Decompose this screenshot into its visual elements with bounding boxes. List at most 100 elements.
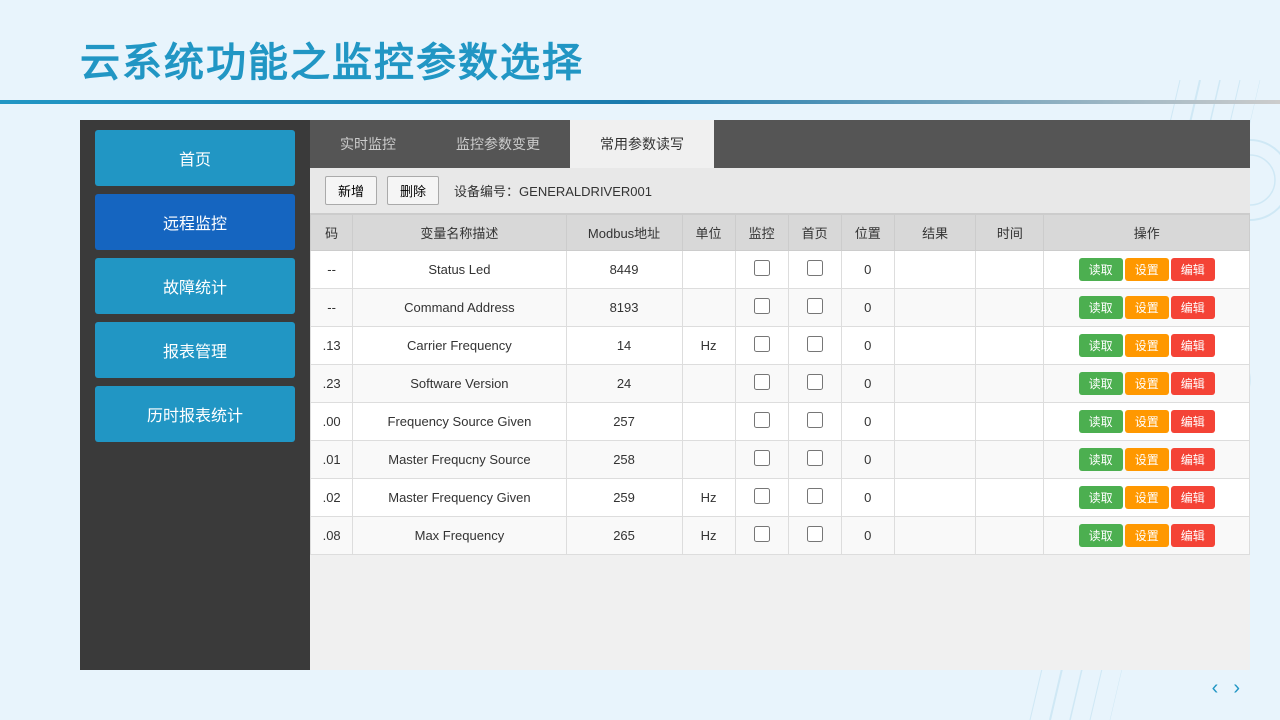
set-button-1[interactable]: 设置 <box>1125 296 1169 319</box>
table-header-4: 监控 <box>735 215 788 251</box>
cell-code-2: .13 <box>311 327 353 365</box>
cell-modbus-1: 8193 <box>566 289 682 327</box>
tab-1[interactable]: 监控参数变更 <box>426 120 570 168</box>
table-header-9: 操作 <box>1044 215 1250 251</box>
checkbox-homepage-4[interactable] <box>807 412 823 428</box>
data-table: 码变量名称描述Modbus地址单位监控首页位置结果时间操作 --Status L… <box>310 214 1250 555</box>
cell-result-3 <box>894 365 976 403</box>
set-button-5[interactable]: 设置 <box>1125 448 1169 471</box>
table-header-row: 码变量名称描述Modbus地址单位监控首页位置结果时间操作 <box>311 215 1250 251</box>
cell-modbus-7: 265 <box>566 517 682 555</box>
cell-actions-7: 读取设置编辑 <box>1044 517 1250 555</box>
table-row: .08Max Frequency265Hz0读取设置编辑 <box>311 517 1250 555</box>
checkbox-monitor-2[interactable] <box>754 336 770 352</box>
cell-result-5 <box>894 441 976 479</box>
read-button-0[interactable]: 读取 <box>1079 258 1123 281</box>
checkbox-monitor-0[interactable] <box>754 260 770 276</box>
edit-button-7[interactable]: 编辑 <box>1171 524 1215 547</box>
sidebar-btn-3[interactable]: 报表管理 <box>95 322 295 378</box>
set-button-3[interactable]: 设置 <box>1125 372 1169 395</box>
delete-button[interactable]: 删除 <box>387 176 439 205</box>
checkbox-homepage-1[interactable] <box>807 298 823 314</box>
table-header-8: 时间 <box>976 215 1044 251</box>
cell-actions-5: 读取设置编辑 <box>1044 441 1250 479</box>
read-button-1[interactable]: 读取 <box>1079 296 1123 319</box>
edit-button-3[interactable]: 编辑 <box>1171 372 1215 395</box>
cell-modbus-4: 257 <box>566 403 682 441</box>
cell-code-3: .23 <box>311 365 353 403</box>
checkbox-homepage-5[interactable] <box>807 450 823 466</box>
sidebar-btn-4[interactable]: 历时报表统计 <box>95 386 295 442</box>
tab-0[interactable]: 实时监控 <box>310 120 426 168</box>
set-button-4[interactable]: 设置 <box>1125 410 1169 433</box>
cell-actions-2: 读取设置编辑 <box>1044 327 1250 365</box>
cell-position-2: 0 <box>841 327 894 365</box>
read-button-6[interactable]: 读取 <box>1079 486 1123 509</box>
edit-button-6[interactable]: 编辑 <box>1171 486 1215 509</box>
cell-unit-4 <box>682 403 735 441</box>
read-button-3[interactable]: 读取 <box>1079 372 1123 395</box>
table-header-1: 变量名称描述 <box>353 215 566 251</box>
set-button-2[interactable]: 设置 <box>1125 334 1169 357</box>
sidebar-btn-0[interactable]: 首页 <box>95 130 295 186</box>
checkbox-monitor-3[interactable] <box>754 374 770 390</box>
edit-button-5[interactable]: 编辑 <box>1171 448 1215 471</box>
cell-position-4: 0 <box>841 403 894 441</box>
checkbox-homepage-3[interactable] <box>807 374 823 390</box>
toolbar: 新增 删除 设备编号：GENERALDRIVER001 <box>310 168 1250 214</box>
scroll-next-arrow[interactable]: › <box>1233 677 1240 700</box>
edit-button-0[interactable]: 编辑 <box>1171 258 1215 281</box>
checkbox-monitor-4[interactable] <box>754 412 770 428</box>
sidebar-btn-1[interactable]: 远程监控 <box>95 194 295 250</box>
cell-time-1 <box>976 289 1044 327</box>
cell-modbus-0: 8449 <box>566 251 682 289</box>
cell-actions-4: 读取设置编辑 <box>1044 403 1250 441</box>
cell-time-6 <box>976 479 1044 517</box>
cell-code-1: -- <box>311 289 353 327</box>
checkbox-homepage-6[interactable] <box>807 488 823 504</box>
set-button-6[interactable]: 设置 <box>1125 486 1169 509</box>
edit-button-1[interactable]: 编辑 <box>1171 296 1215 319</box>
cell-name-6: Master Frequency Given <box>353 479 566 517</box>
table-row: .00Frequency Source Given2570读取设置编辑 <box>311 403 1250 441</box>
cell-position-5: 0 <box>841 441 894 479</box>
cell-code-5: .01 <box>311 441 353 479</box>
cell-actions-1: 读取设置编辑 <box>1044 289 1250 327</box>
cell-code-6: .02 <box>311 479 353 517</box>
cell-modbus-5: 258 <box>566 441 682 479</box>
checkbox-homepage-7[interactable] <box>807 526 823 542</box>
checkbox-monitor-1[interactable] <box>754 298 770 314</box>
checkbox-monitor-7[interactable] <box>754 526 770 542</box>
read-button-7[interactable]: 读取 <box>1079 524 1123 547</box>
checkbox-monitor-6[interactable] <box>754 488 770 504</box>
table-header-3: 单位 <box>682 215 735 251</box>
add-button[interactable]: 新增 <box>325 176 377 205</box>
cell-modbus-2: 14 <box>566 327 682 365</box>
device-info: 设备编号：GENERALDRIVER001 <box>454 181 652 200</box>
cell-result-0 <box>894 251 976 289</box>
read-button-2[interactable]: 读取 <box>1079 334 1123 357</box>
cell-unit-6: Hz <box>682 479 735 517</box>
edit-button-2[interactable]: 编辑 <box>1171 334 1215 357</box>
edit-button-4[interactable]: 编辑 <box>1171 410 1215 433</box>
set-button-0[interactable]: 设置 <box>1125 258 1169 281</box>
cell-code-4: .00 <box>311 403 353 441</box>
tab-2[interactable]: 常用参数读写 <box>570 120 714 168</box>
scroll-prev-arrow[interactable]: ‹ <box>1212 677 1219 700</box>
cell-result-2 <box>894 327 976 365</box>
checkbox-homepage-2[interactable] <box>807 336 823 352</box>
checkbox-homepage-0[interactable] <box>807 260 823 276</box>
checkbox-monitor-5[interactable] <box>754 450 770 466</box>
table-row: --Command Address81930读取设置编辑 <box>311 289 1250 327</box>
table-row: --Status Led84490读取设置编辑 <box>311 251 1250 289</box>
tabs: 实时监控监控参数变更常用参数读写 <box>310 120 1250 168</box>
cell-modbus-6: 259 <box>566 479 682 517</box>
cell-code-0: -- <box>311 251 353 289</box>
cell-result-4 <box>894 403 976 441</box>
cell-position-1: 0 <box>841 289 894 327</box>
sidebar-btn-2[interactable]: 故障统计 <box>95 258 295 314</box>
read-button-5[interactable]: 读取 <box>1079 448 1123 471</box>
set-button-7[interactable]: 设置 <box>1125 524 1169 547</box>
read-button-4[interactable]: 读取 <box>1079 410 1123 433</box>
cell-code-7: .08 <box>311 517 353 555</box>
